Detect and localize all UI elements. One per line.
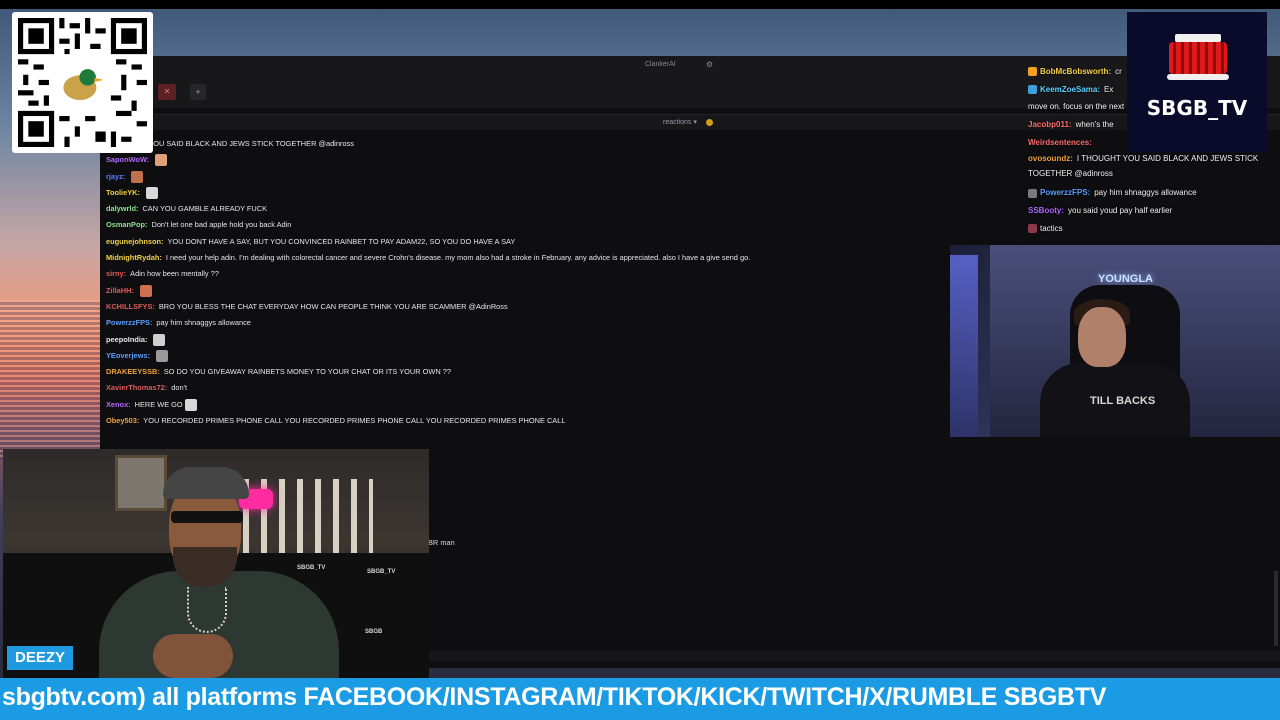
chat-username[interactable]: peepoIndia:	[106, 335, 147, 344]
overlay-chat-username: SSBooty:	[1028, 206, 1064, 216]
user-badge-icon	[1028, 224, 1037, 234]
chat-text: don't	[171, 383, 188, 393]
chat-text: Adin how been mentally ??	[130, 269, 219, 279]
overlay-chat-message: ovosoundz: I THOUGHT YOU SAID BLACK AND J…	[1028, 151, 1278, 184]
chat-text: YOU DONT HAVE A SAY, BUT YOU CONVINCED R…	[167, 236, 516, 246]
chat-partial-message: BR man	[428, 538, 455, 547]
chat-scrollbar[interactable]	[1274, 571, 1278, 646]
chat-text: BRO YOU BLESS THE CHAT EVERYDAY HOW CAN …	[158, 301, 508, 311]
chat-text: SO DO YOU GIVEAWAY RAINBETS MONEY TO YOU…	[163, 367, 451, 377]
chat-username[interactable]: SaponWoW:	[106, 155, 149, 164]
overlay-chat-text: pay him shnaggys allowance	[1094, 188, 1197, 198]
overlay-chat-username: BobMcBobsworth:	[1040, 67, 1112, 76]
overlay-chat-message: PowerzzFPS: pay him shnaggys allowance	[1028, 184, 1278, 202]
chat-username[interactable]: KCHILLSFYS:	[106, 302, 155, 311]
ticker-text: sbgbtv.com) all platforms FACEBOOK/INSTA…	[2, 683, 1107, 711]
overlay-chat-username: KeemZoeSama:	[1040, 84, 1101, 94]
neon-sign: YOUNGLA	[1098, 273, 1153, 285]
overlay-chat: BobMcBobsworth: cr KeemZoeSama: Ex move on. …	[1028, 63, 1278, 238]
chat-username[interactable]: Obey503:	[106, 416, 139, 425]
chat-username[interactable]: DRAKEEYSSB:	[106, 367, 160, 376]
overlay-chat-message: tactics	[1028, 220, 1278, 238]
reactions-dropdown[interactable]: reactions ▾	[663, 118, 697, 126]
host-name-tag: DEEZY	[7, 646, 74, 670]
chat-text: HERE WE GO	[134, 399, 183, 409]
chat-text: I need your help adin. I'm dealing with …	[165, 253, 751, 263]
overlay-chat-text: move on. focus on the next	[1028, 102, 1125, 112]
chat-message: dalywrld: CAN YOU GAMBLE ALREADY FUCK	[106, 201, 1106, 217]
led-light	[950, 255, 978, 437]
user-badge-icon	[1028, 188, 1037, 198]
overlay-chat-message: KeemZoeSama: Ex	[1028, 81, 1278, 99]
overlay-chat-message: Weirdsentences:	[1028, 134, 1278, 152]
chat-message: SaponWoW:	[106, 152, 1106, 168]
chat-text: pay him shnaggys allowance	[156, 318, 251, 328]
overlay-chat-username: Weirdsentences:	[1028, 137, 1092, 147]
overlay-chat-message: BobMcBobsworth: cr	[1028, 63, 1278, 81]
shirt-print: TILL BACKS	[1090, 395, 1156, 407]
wall-picture	[115, 455, 167, 511]
chat-text: YOU RECORDED PRIMES PHONE CALL YOU RECOR…	[143, 416, 566, 426]
emote-icon	[155, 154, 168, 167]
chat-username[interactable]: rjayz:	[106, 172, 125, 181]
chat-text: Don't let one bad apple hold you back Ad…	[151, 220, 292, 230]
streamer-webcam: YOUNGLA TILL BACKS	[950, 245, 1280, 437]
chat-username[interactable]: ZillaHH:	[106, 286, 134, 295]
chain-necklace	[187, 587, 227, 633]
chat-username[interactable]: PowerzzFPS:	[106, 318, 152, 327]
qr-code-duck-icon	[18, 18, 147, 147]
tab-title[interactable]: ClankerAI	[645, 61, 676, 68]
overlay-chat-text: Ex	[1104, 84, 1114, 94]
emote-icon	[153, 333, 166, 346]
ticker-bar: sbgbtv.com) all platforms FACEBOOK/INSTA…	[0, 678, 1280, 720]
chat-text: CAN YOU GAMBLE ALREADY FUCK	[142, 204, 268, 214]
reaction-indicator-icon	[706, 119, 713, 126]
chat-username[interactable]: OsmanPop:	[106, 220, 147, 229]
top-border	[0, 0, 1280, 9]
pillow-text: SBGB_TV	[297, 565, 326, 571]
emote-icon	[131, 170, 144, 183]
user-badge-icon	[1028, 67, 1037, 77]
streamer-face	[1078, 307, 1126, 367]
overlay-chat-text: when's the	[1075, 120, 1114, 130]
plus-icon[interactable]: +	[190, 84, 206, 100]
close-icon[interactable]: ✕	[158, 84, 176, 100]
sunglasses	[171, 511, 243, 523]
chat-username[interactable]: XavierThomas72:	[106, 383, 167, 392]
host-hand	[153, 634, 233, 678]
chat-username[interactable]: Xenox:	[106, 400, 131, 409]
chat-message: rjayz:	[106, 169, 1106, 185]
chat-message: I THOUGHT YOU SAID BLACK AND JEWS STICK …	[106, 136, 1106, 152]
chat-username[interactable]: eugunejohnson:	[106, 237, 163, 246]
user-badge-icon	[1028, 85, 1037, 95]
chat-username[interactable]: sirny:	[106, 269, 126, 278]
overlay-chat-username: PowerzzFPS:	[1040, 188, 1091, 198]
overlay-chat-text: you said youd pay half earlier	[1068, 206, 1173, 216]
overlay-chat-username: Jacobp011:	[1028, 120, 1072, 130]
chat-username[interactable]: ToolieYK:	[106, 188, 140, 197]
chat-username[interactable]: dalywrld:	[106, 204, 138, 213]
emote-icon	[184, 398, 197, 411]
chat-username[interactable]: YEoverjews:	[106, 351, 150, 360]
pillow-text: SBGB	[365, 629, 383, 635]
overlay-chat-text: cr	[1115, 67, 1122, 76]
chat-message: OsmanPop: Don't let one bad apple hold yo…	[106, 217, 1106, 233]
emote-icon	[155, 349, 168, 362]
overlay-chat-message: move on. focus on the next	[1028, 98, 1278, 116]
host-cap	[163, 467, 249, 499]
overlay-chat-message: Jacobp011: when's the	[1028, 116, 1278, 134]
gear-icon[interactable]: ⚙	[706, 60, 713, 69]
chat-username[interactable]: MidnightRydah:	[106, 253, 162, 262]
overlay-chat-username: ovosoundz:	[1028, 154, 1073, 164]
emote-icon	[139, 284, 152, 297]
overlay-chat-text: tactics	[1040, 223, 1063, 233]
qr-code	[12, 12, 153, 153]
emote-icon	[145, 186, 158, 199]
overlay-chat-message: SSBooty: you said youd pay half earlier	[1028, 202, 1278, 220]
host-webcam: SBGB_TV SBGB_TV SBGB	[3, 449, 429, 678]
pillow-text: SBGB_TV	[367, 569, 396, 575]
chat-message: ToolieYK:	[106, 185, 1106, 201]
